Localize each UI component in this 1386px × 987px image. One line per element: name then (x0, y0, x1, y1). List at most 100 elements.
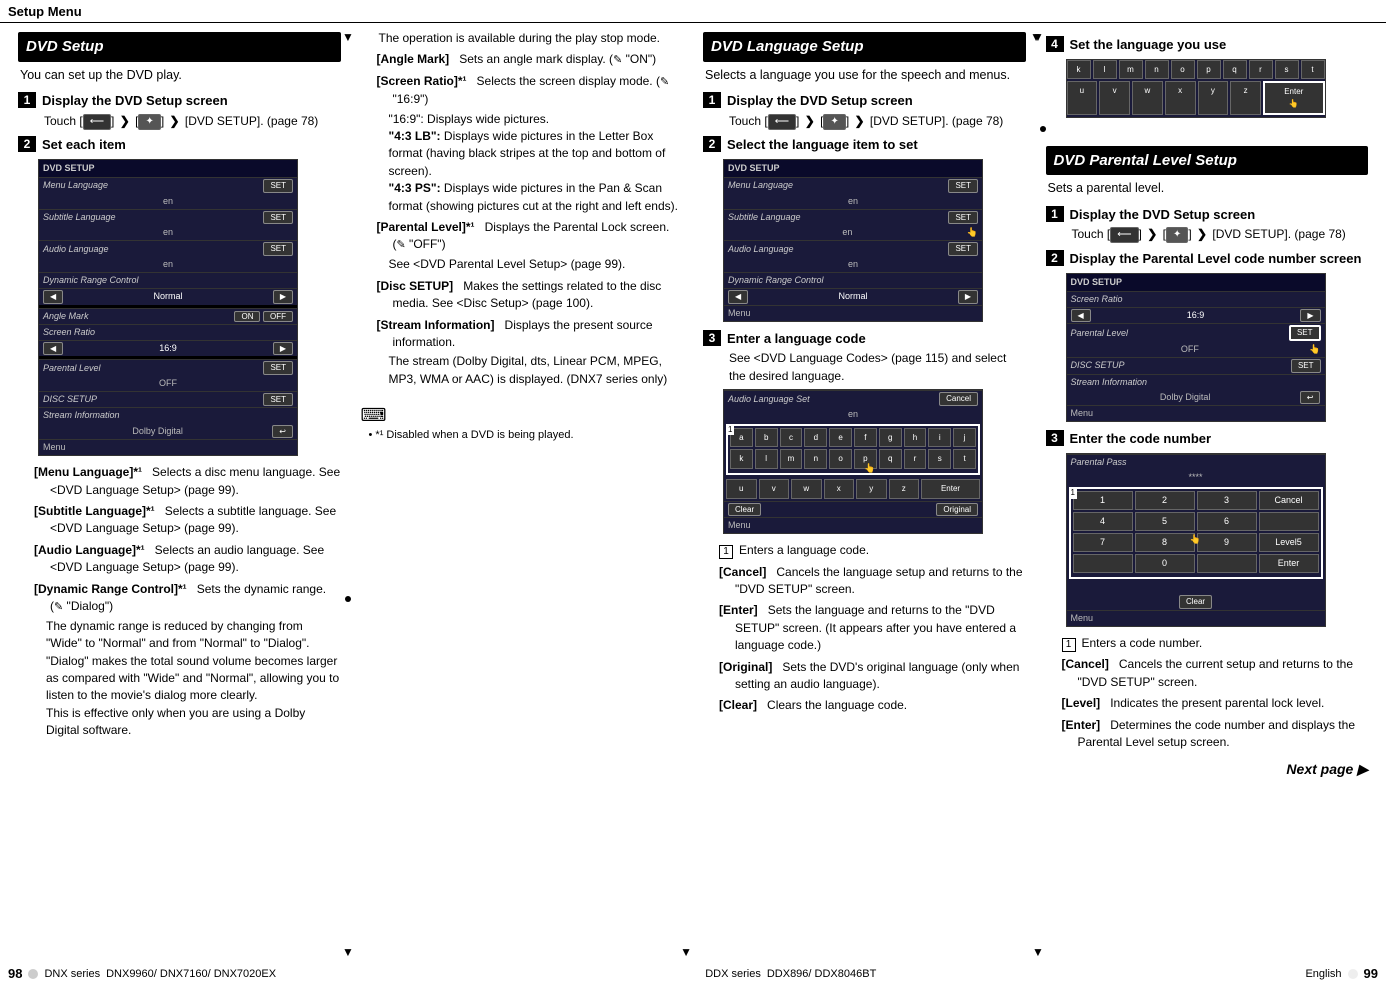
top-note: The operation is available during the pl… (379, 30, 684, 47)
key[interactable]: 3 (1197, 491, 1257, 510)
key[interactable]: f (854, 428, 877, 448)
key[interactable]: m (780, 449, 803, 469)
key[interactable]: n (804, 449, 827, 469)
cancel-button[interactable]: Cancel (1259, 491, 1319, 510)
key[interactable]: t (953, 449, 976, 469)
key[interactable]: u (726, 479, 757, 499)
on-button[interactable]: ON (234, 311, 260, 322)
key[interactable]: v (759, 479, 790, 499)
key[interactable]: b (755, 428, 778, 448)
key[interactable]: i (928, 428, 951, 448)
key[interactable]: 0 (1135, 554, 1195, 573)
return-button[interactable]: ↩ (272, 425, 293, 439)
key[interactable]: w (1132, 81, 1163, 114)
step-2: 2 Display the Parental Level code number… (1046, 250, 1369, 269)
clear-button[interactable]: Clear (728, 503, 761, 517)
parental-body: See <DVD Parental Level Setup> (page 99)… (389, 256, 684, 273)
enter-button[interactable]: Enter (921, 479, 980, 499)
original-button[interactable]: Original (936, 503, 978, 517)
footer-left: 98 DNX series DNX9960/ DNX7160/ DNX7020E… (8, 966, 276, 981)
prev-button[interactable]: ◀ (728, 290, 748, 304)
def-term: [Menu Language]*¹ (34, 465, 142, 479)
boxed-1: 1 (1062, 638, 1076, 652)
key[interactable]: 7 (1073, 533, 1133, 552)
key[interactable]: e (829, 428, 852, 448)
key[interactable]: 4 (1073, 512, 1133, 531)
note-icon: ⌨ (361, 402, 387, 428)
key[interactable]: t (1301, 60, 1325, 80)
key[interactable]: o (829, 449, 852, 469)
prev-button[interactable]: ◀ (43, 342, 63, 356)
page-columns: DVD Setup You can set up the DVD play. 1… (8, 30, 1378, 959)
key[interactable]: q (879, 449, 902, 469)
key[interactable]: s (1275, 60, 1299, 80)
level-button[interactable]: Level5 (1259, 533, 1319, 552)
key[interactable]: x (1165, 81, 1196, 114)
next-button[interactable]: ▶ (958, 290, 978, 304)
key[interactable]: y (856, 479, 887, 499)
key[interactable]: u (1067, 81, 1098, 114)
key[interactable]: 2 (1135, 491, 1195, 510)
return-button[interactable]: ↩ (1300, 391, 1321, 405)
key[interactable]: d (804, 428, 827, 448)
key[interactable]: 8 (1135, 533, 1195, 552)
next-button[interactable]: ▶ (273, 342, 293, 356)
enter-button[interactable]: Enter (1259, 554, 1319, 573)
disc-setup-def: [Disc SETUP] Makes the settings related … (377, 278, 684, 313)
ss-label: Angle Mark (43, 310, 89, 323)
key[interactable]: l (1093, 60, 1117, 80)
set-button[interactable]: SET (263, 179, 293, 193)
set-button[interactable]: SET (263, 361, 293, 375)
def-body: "ON") (622, 52, 656, 66)
set-button[interactable]: SET (948, 242, 978, 256)
key[interactable]: 9 (1197, 533, 1257, 552)
key[interactable]: z (1230, 81, 1261, 114)
key[interactable]: k (730, 449, 753, 469)
off-button[interactable]: OFF (263, 311, 293, 322)
key[interactable]: j (953, 428, 976, 448)
set-button[interactable]: SET (263, 393, 293, 407)
key[interactable]: k (1067, 60, 1091, 80)
callout-1-text: 1Enters a language code. (719, 542, 1026, 559)
next-button[interactable]: ▶ (1300, 309, 1320, 323)
set-button[interactable]: SET (948, 211, 978, 225)
key[interactable]: x (824, 479, 855, 499)
ss-label: DISC SETUP (1071, 359, 1125, 372)
set-button[interactable]: SET (263, 211, 293, 225)
key[interactable]: g (879, 428, 902, 448)
key[interactable]: w (791, 479, 822, 499)
key[interactable]: c (780, 428, 803, 448)
cancel-button[interactable]: Cancel (939, 392, 978, 406)
key[interactable]: v (1099, 81, 1130, 114)
key[interactable]: 6 (1197, 512, 1257, 531)
key[interactable]: p (1197, 60, 1221, 80)
back-icon: ⟵ (1110, 227, 1138, 243)
key[interactable]: s (928, 449, 951, 469)
key[interactable]: 5 (1135, 512, 1195, 531)
set-button[interactable]: SET (1291, 359, 1321, 373)
text: ] ❯ (1188, 227, 1209, 241)
set-button[interactable]: SET (1289, 325, 1321, 341)
step-2: 2 Select the language item to set (703, 136, 1026, 155)
key[interactable]: r (904, 449, 927, 469)
key[interactable]: m (1119, 60, 1143, 80)
clear-button[interactable]: Clear (1179, 595, 1212, 609)
set-button[interactable]: SET (948, 179, 978, 193)
key[interactable]: r (1249, 60, 1273, 80)
def-term: [Level] (1062, 696, 1101, 710)
prev-button[interactable]: ◀ (1071, 309, 1091, 323)
key[interactable]: z (889, 479, 920, 499)
key[interactable]: y (1198, 81, 1229, 114)
next-button[interactable]: ▶ (273, 290, 293, 304)
key[interactable]: n (1145, 60, 1169, 80)
enter-button[interactable]: Enter👆 (1263, 81, 1325, 114)
key[interactable]: q (1223, 60, 1247, 80)
ss-label: Screen Ratio (43, 326, 95, 339)
key[interactable]: h (904, 428, 927, 448)
key[interactable]: o (1171, 60, 1195, 80)
boxed-1: 1 (719, 545, 733, 559)
key[interactable]: l (755, 449, 778, 469)
set-button[interactable]: SET (263, 242, 293, 256)
key[interactable]: 1 (1073, 491, 1133, 510)
prev-button[interactable]: ◀ (43, 290, 63, 304)
